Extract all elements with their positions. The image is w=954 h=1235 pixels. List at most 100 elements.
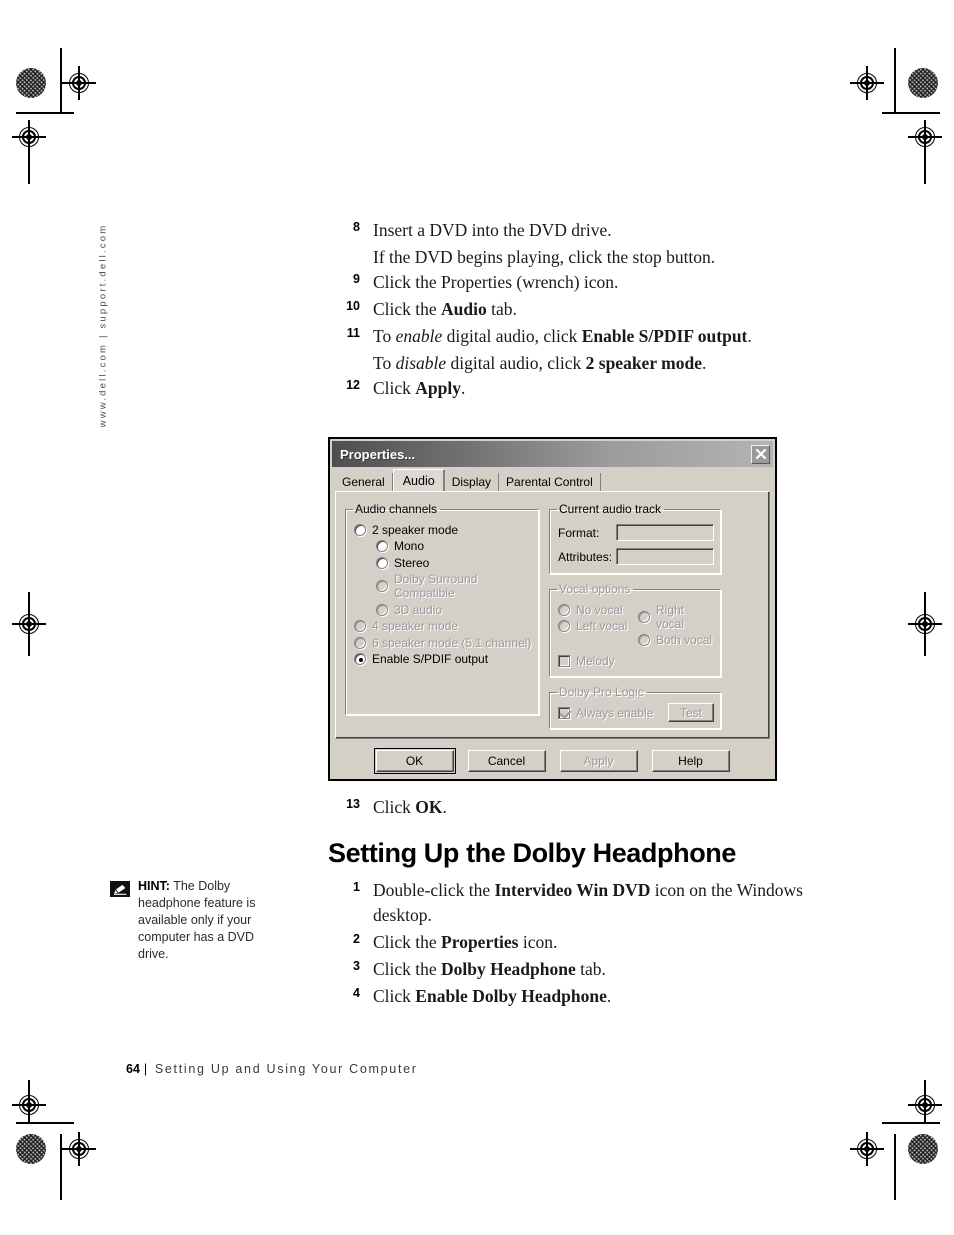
- checkbox-always-enable[interactable]: Always enable: [558, 706, 653, 720]
- radio-2-speaker-mode[interactable]: 2 speaker mode: [354, 523, 532, 537]
- radio-3d-audio: 3D audio: [354, 603, 532, 617]
- tab-general[interactable]: General: [338, 473, 393, 491]
- step-number: 1: [353, 880, 360, 894]
- dialog-button-row: OK Cancel Apply Help: [335, 744, 770, 780]
- registration-mark-top-left: [62, 66, 96, 100]
- registration-mark-middle-right: [908, 607, 942, 641]
- step-item: 11 To enable digital audio, click Enable …: [332, 324, 852, 349]
- properties-dialog[interactable]: Properties... General Audio Display Pare…: [328, 437, 777, 781]
- step-text: Click Enable Dolby Headphone.: [373, 986, 612, 1006]
- radio-left-vocal-icon: [558, 620, 570, 632]
- tab-audio[interactable]: Audio: [392, 469, 445, 491]
- crop-mark-tl2-v: [28, 136, 30, 184]
- step-text: Insert a DVD into the DVD drive.: [373, 220, 612, 240]
- crop-mark-tl2-h: [16, 112, 74, 114]
- registration-mark-bottom-right: [908, 1088, 942, 1122]
- tab-parental-control[interactable]: Parental Control: [499, 473, 601, 491]
- radio-right-vocal-label: Right vocal: [656, 602, 685, 631]
- checkbox-always-enable-icon: [558, 706, 570, 719]
- step-text: Click the Dolby Headphone tab.: [373, 959, 606, 979]
- step-item: 1 Double-click the Intervideo Win DVD ico…: [332, 878, 852, 928]
- help-button[interactable]: Help: [651, 750, 730, 772]
- pencil-note-icon: [110, 881, 130, 897]
- registration-mark-top-right: [850, 66, 884, 100]
- step-continuation: To disable digital audio, click 2 speake…: [373, 353, 707, 373]
- format-row: Format:: [558, 524, 714, 541]
- density-patch-bottom-right: [908, 1134, 938, 1164]
- radio-6-speaker-mode-5-1-channel: 6 speaker mode (5.1 channel): [354, 636, 532, 650]
- dialog-tab-strip[interactable]: General Audio Display Parental Control: [330, 467, 775, 491]
- page-footer: 64 | Setting Up and Using Your Computer: [126, 1062, 418, 1076]
- step-continuation: If the DVD begins playing, click the sto…: [373, 247, 716, 267]
- step-text: To enable digital audio, click Enable S/…: [373, 326, 752, 346]
- step-number: 4: [353, 986, 360, 1000]
- radio-label: 3D audio: [394, 602, 443, 617]
- registration-mark-middle-left: [12, 607, 46, 641]
- hint-text: HINT: The Dolby headphone feature is ava…: [110, 878, 288, 963]
- procedure-step-13: 13 Click OK.: [332, 795, 852, 822]
- step-number: 10: [346, 299, 360, 313]
- step-number: 2: [353, 932, 360, 946]
- dolby-pro-logic-row: Always enable Test: [558, 703, 714, 722]
- registration-mark-bottom-right-2: [850, 1132, 884, 1166]
- tab-display[interactable]: Display: [444, 473, 500, 491]
- radio-both-vocal-label: Both vocal: [656, 633, 713, 647]
- cancel-button[interactable]: Cancel: [467, 750, 546, 772]
- right-column: Current audio track Format: Attributes: …: [549, 502, 721, 729]
- vocal-options-group: Vocal options No vocal Left vocal Right …: [549, 582, 721, 677]
- step-number: 8: [353, 220, 360, 234]
- density-patch-top-left: [16, 68, 46, 98]
- step-item: 9 Click the Properties (wrench) icon.: [332, 270, 852, 295]
- radio-button-icon: [376, 540, 388, 552]
- radio-both-vocal[interactable]: Both vocal: [638, 633, 714, 647]
- radio-button-icon: [376, 580, 388, 592]
- footer-separator: |: [143, 1062, 149, 1076]
- radio-label: 2 speaker mode: [372, 522, 459, 537]
- attributes-input[interactable]: [616, 548, 714, 565]
- radio-enable-s-pdif-output[interactable]: Enable S/PDIF output: [354, 652, 532, 666]
- crop-mark-bl-h: [16, 1122, 74, 1124]
- radio-right-vocal[interactable]: Right vocal: [638, 603, 714, 631]
- radio-button-icon: [354, 620, 366, 632]
- checkbox-melody[interactable]: Melody: [558, 654, 714, 668]
- step-number: 13: [346, 797, 360, 811]
- step-item: 4 Click Enable Dolby Headphone.: [332, 984, 852, 1009]
- checkbox-melody-icon: [558, 654, 570, 667]
- close-icon[interactable]: [751, 444, 770, 464]
- step-number: 11: [346, 326, 360, 340]
- radio-label: Mono: [394, 539, 425, 553]
- radio-no-vocal[interactable]: No vocal: [558, 603, 634, 617]
- audio-channels-column: Audio channels 2 speaker mode Mono Stereo D…: [345, 502, 539, 729]
- vocal-options-legend: Vocal options: [559, 582, 631, 596]
- step-number: 9: [353, 272, 360, 286]
- step-text: Double-click the Intervideo Win DVD icon…: [373, 880, 803, 925]
- dolby-pro-logic-legend: Dolby Pro Logic: [559, 685, 644, 699]
- radio-button-icon: [354, 523, 366, 536]
- radio-label: Enable S/PDIF output: [372, 652, 489, 666]
- format-label: Format:: [558, 525, 600, 540]
- radio-mono[interactable]: Mono: [354, 539, 532, 553]
- step-item: 12 Click Apply.: [332, 376, 852, 401]
- step-number: 3: [353, 959, 360, 973]
- attributes-row: Attributes:: [558, 548, 714, 565]
- procedure-steps-bottom: 1 Double-click the Intervideo Win DVD ico…: [332, 878, 852, 1011]
- dolby-pro-logic-group: Dolby Pro Logic Always enable Test: [549, 685, 721, 729]
- dialog-title: Properties...: [340, 446, 416, 462]
- radio-left-vocal[interactable]: Left vocal: [558, 619, 634, 633]
- radio-stereo[interactable]: Stereo: [354, 556, 532, 570]
- radio-button-icon: [376, 603, 388, 616]
- audio-tab-panel: Audio channels 2 speaker mode Mono Stereo D…: [335, 491, 770, 739]
- dialog-title-bar: Properties...: [332, 441, 773, 467]
- step-item: 2 Click the Properties icon.: [332, 930, 852, 955]
- step-text: Click the Audio tab.: [373, 299, 517, 319]
- step-text: Click the Properties icon.: [373, 932, 558, 952]
- audio-channels-legend: Audio channels: [355, 502, 438, 516]
- step-item: 13 Click OK.: [332, 795, 852, 820]
- format-input[interactable]: [616, 524, 714, 541]
- ok-button[interactable]: OK: [373, 748, 456, 774]
- radio-dolby-surround-compatible: Dolby Surround Compatible: [354, 572, 532, 600]
- test-button[interactable]: Test: [668, 703, 714, 722]
- density-patch-top-right: [908, 68, 938, 98]
- step-item: 8 Insert a DVD into the DVD drive.: [332, 218, 852, 243]
- crop-mark-tr2-h: [882, 112, 940, 114]
